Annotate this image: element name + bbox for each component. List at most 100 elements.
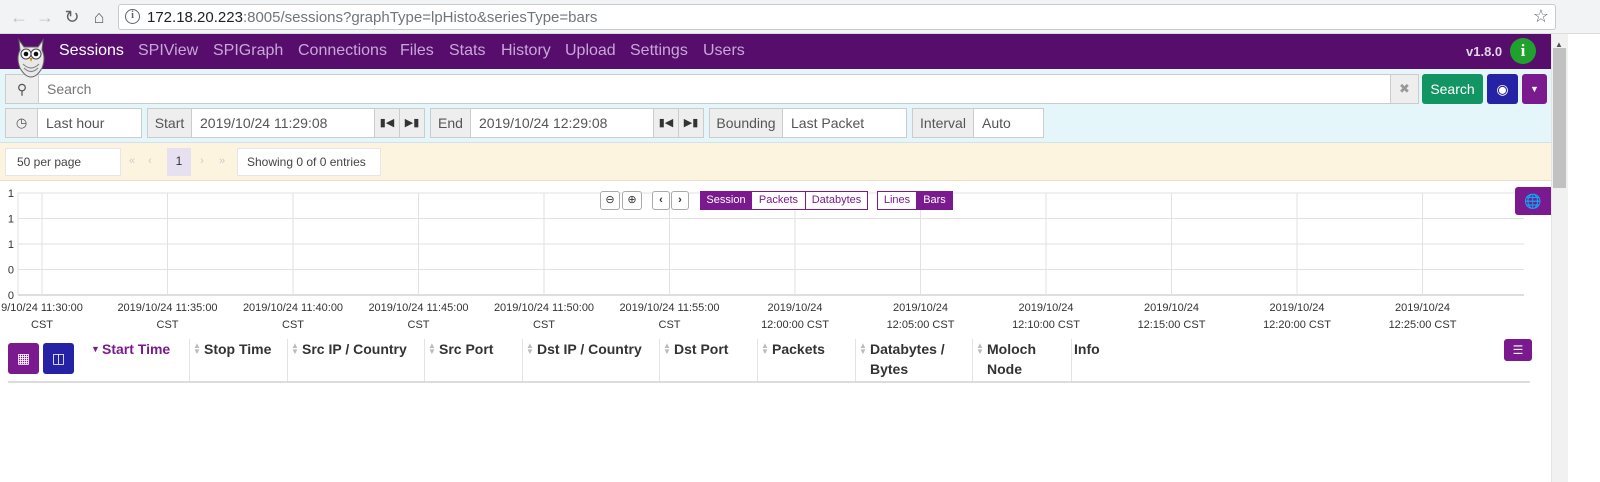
forward-arrow-icon[interactable]: → <box>34 6 56 28</box>
grid-view-icon[interactable]: ▦ <box>8 343 39 374</box>
x-tick-label: 2019/10/24 11:50:00 <box>494 302 594 314</box>
site-info-icon[interactable]: i <box>125 9 140 24</box>
x-tick-label: CST <box>31 319 53 331</box>
actions-dropdown-caret-icon[interactable]: ▼ <box>1522 74 1547 104</box>
pan-right-icon[interactable]: › <box>671 191 689 210</box>
x-tick-label: 12:15:00 CST <box>1138 319 1206 331</box>
x-tick-label: 2019/10/24 <box>1018 302 1073 314</box>
x-tick-label: CST <box>533 319 555 331</box>
y-tick-label: 0 <box>8 265 14 277</box>
bookmark-star-icon[interactable]: ☆ <box>1533 6 1549 27</box>
column-header-databytes[interactable]: ▲ ▼ Databytes / Bytes <box>855 339 973 381</box>
interval-select[interactable]: Auto <box>973 108 1044 138</box>
start-last-icon[interactable]: ▶▮ <box>399 108 425 138</box>
metric-session-toggle[interactable]: Session <box>700 191 752 210</box>
x-tick-label: 2019/10/24 11:45:00 <box>368 302 468 314</box>
column-list-icon[interactable]: ☰ <box>1504 339 1532 361</box>
column-header-stop-time[interactable]: ▲ ▼ Stop Time <box>189 339 288 381</box>
scrollbar-thumb[interactable] <box>1553 48 1566 188</box>
clock-icon: ◷ <box>5 108 38 138</box>
x-tick-label: CST <box>408 319 430 331</box>
x-tick-label: 12:00:00 CST <box>761 319 829 331</box>
column-header-packets[interactable]: ▲ ▼ Packets <box>757 339 856 381</box>
y-tick-label: 1 <box>8 188 14 200</box>
column-header-dst-port[interactable]: ▲ ▼ Dst Port <box>659 339 758 381</box>
back-arrow-icon[interactable]: ← <box>8 6 30 28</box>
search-input[interactable] <box>38 74 1391 104</box>
pan-left-icon[interactable]: ‹ <box>652 191 670 210</box>
x-tick-label: 2019/10/24 <box>1269 302 1324 314</box>
y-tick-label: 0 <box>8 290 14 302</box>
page-number-current[interactable]: 1 <box>167 148 191 176</box>
nav-settings[interactable]: Settings <box>630 42 688 60</box>
columns-icon[interactable]: ◫ <box>43 343 74 374</box>
x-tick-label: 2019/10/24 <box>1144 302 1199 314</box>
view-eye-icon[interactable]: ◉ <box>1487 74 1518 104</box>
column-header-moloch-node[interactable]: ▲ ▼ Moloch Node <box>972 339 1071 381</box>
next-page-icon[interactable]: › <box>194 148 210 176</box>
x-tick-label: 2019/10/24 <box>767 302 822 314</box>
x-tick-label: CST <box>282 319 304 331</box>
globe-map-icon[interactable]: 🌐 <box>1515 187 1551 215</box>
nav-upload[interactable]: Upload <box>565 42 616 60</box>
metric-databytes-toggle[interactable]: Databytes <box>805 191 868 210</box>
home-icon[interactable]: ⌂ <box>88 6 110 28</box>
x-tick-label: 12:05:00 CST <box>887 319 955 331</box>
owl-logo[interactable] <box>15 36 47 78</box>
column-header-src-ip[interactable]: ▲ ▼ Src IP / Country <box>287 339 425 381</box>
sort-icon: ▲ ▼ <box>428 341 436 356</box>
end-first-icon[interactable]: ▮◀ <box>653 108 679 138</box>
clear-search-icon[interactable]: ✖ <box>1390 74 1419 104</box>
x-tick-label: 2019/10/24 <box>893 302 948 314</box>
nav-files[interactable]: Files <box>400 42 434 60</box>
start-first-icon[interactable]: ▮◀ <box>374 108 400 138</box>
end-last-icon[interactable]: ▶▮ <box>678 108 704 138</box>
nav-spigraph[interactable]: SPIGraph <box>213 42 283 60</box>
zoom-out-icon[interactable]: ⊖ <box>600 191 620 210</box>
info-icon[interactable]: i <box>1510 38 1536 64</box>
column-header-info[interactable]: Info <box>1071 339 1171 381</box>
nav-stats[interactable]: Stats <box>449 42 485 60</box>
nav-history[interactable]: History <box>501 42 551 60</box>
sort-icon: ▲ ▼ <box>291 341 299 356</box>
per-page-select[interactable]: 50 per page <box>5 148 121 176</box>
last-page-icon[interactable]: » <box>214 148 230 176</box>
x-tick-label: 12:10:00 CST <box>1012 319 1080 331</box>
end-time-input[interactable]: 2019/10/24 12:29:08 <box>470 108 654 138</box>
column-header-src-port[interactable]: ▲ ▼ Src Port <box>424 339 523 381</box>
nav-sessions[interactable]: Sessions <box>59 42 124 60</box>
zoom-in-icon[interactable]: ⊕ <box>622 191 642 210</box>
start-time-input[interactable]: 2019/10/24 11:29:08 <box>191 108 375 138</box>
nav-spiview[interactable]: SPIView <box>138 42 198 60</box>
time-range-select[interactable]: Last hour <box>37 108 142 138</box>
series-bars-toggle[interactable]: Bars <box>916 191 953 210</box>
end-label: End <box>430 108 471 138</box>
series-lines-toggle[interactable]: Lines <box>877 191 917 210</box>
sort-icon: ▲ ▼ <box>663 341 671 356</box>
bounding-select[interactable]: Last Packet <box>782 108 907 138</box>
x-tick-label: 2019/10/24 11:55:00 <box>619 302 719 314</box>
y-tick-label: 1 <box>8 214 14 226</box>
column-header-dst-ip[interactable]: ▲ ▼ Dst IP / Country <box>522 339 660 381</box>
x-tick-label: CST <box>157 319 179 331</box>
pagination-panel <box>0 143 1551 181</box>
prev-page-icon[interactable]: ‹ <box>142 148 158 176</box>
metric-packets-toggle[interactable]: Packets <box>751 191 806 210</box>
x-tick-label: CST <box>659 319 681 331</box>
first-page-icon[interactable]: « <box>124 148 140 176</box>
x-tick-label: 2019/10/24 11:35:00 <box>117 302 217 314</box>
showing-entries-text: Showing 0 of 0 entries <box>237 148 381 176</box>
search-button[interactable]: Search <box>1422 74 1483 104</box>
column-header-start-time[interactable]: ▼ Start Time <box>88 339 190 381</box>
address-bar[interactable]: i 172.18.20.223:8005/sessions?graphType=… <box>118 4 1556 30</box>
nav-users[interactable]: Users <box>703 42 745 60</box>
nav-connections[interactable]: Connections <box>298 42 387 60</box>
sort-icon: ▲ ▼ <box>761 341 769 356</box>
x-tick-label: 12:20:00 CST <box>1263 319 1331 331</box>
start-label: Start <box>147 108 192 138</box>
version-label: v1.8.0 <box>1466 44 1503 59</box>
sort-icon: ▲ ▼ <box>193 341 201 356</box>
y-tick-label: 1 <box>8 239 14 251</box>
reload-icon[interactable]: ↻ <box>61 6 83 28</box>
bounding-label: Bounding <box>709 108 783 138</box>
